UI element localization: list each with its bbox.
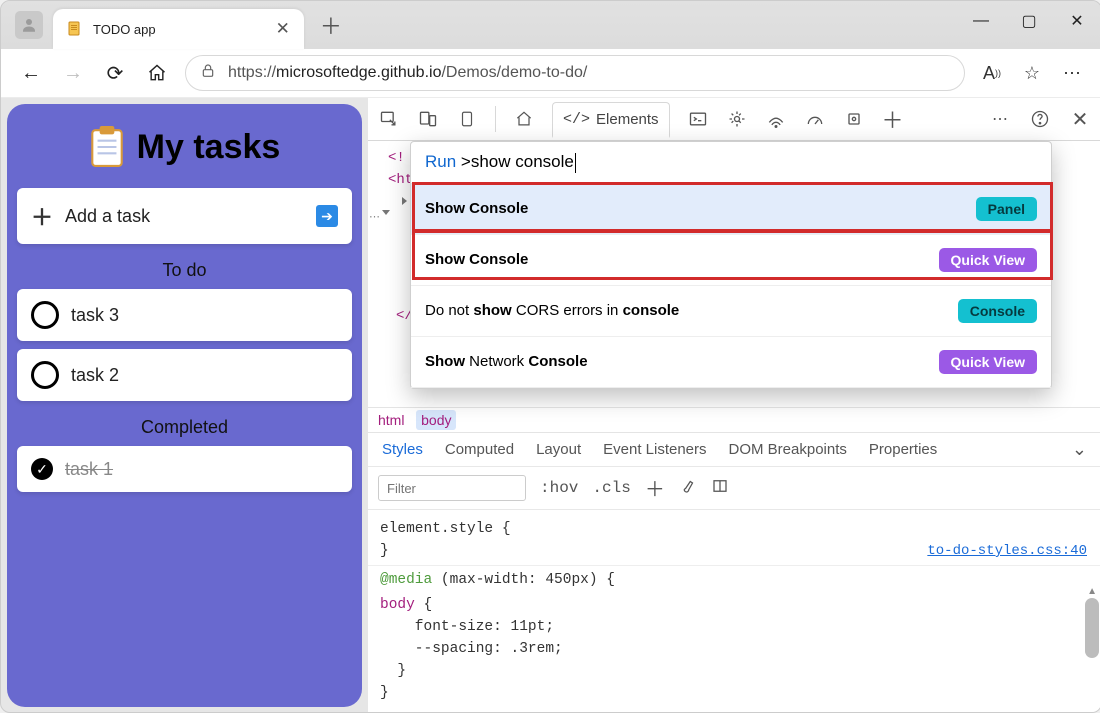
command-item[interactable]: Show Network ConsoleQuick View: [411, 337, 1051, 388]
tab-computed[interactable]: Computed: [445, 441, 514, 458]
sources-icon[interactable]: [726, 108, 748, 130]
devtools-toolbar: </> Elements ＋ ⋯ ✕: [368, 98, 1100, 141]
computed-panel-icon[interactable]: [711, 477, 729, 500]
add-task-input[interactable]: ＋ Add a task ➔: [17, 188, 352, 244]
todo-app: My tasks ＋ Add a task ➔ To do task 3 tas…: [7, 104, 362, 707]
scrollbar-thumb[interactable]: [1085, 598, 1099, 658]
tab-title: TODO app: [93, 22, 156, 37]
url-path: /Demos/demo-to-do/: [441, 64, 587, 82]
brush-icon[interactable]: [679, 477, 697, 500]
favicon: [67, 21, 83, 37]
app-title: My tasks: [137, 128, 281, 167]
source-link[interactable]: to-do-styles.css:40: [927, 540, 1087, 562]
submit-arrow-icon[interactable]: ➔: [316, 205, 338, 227]
lock-icon: [200, 63, 216, 84]
section-completed-label: Completed: [17, 417, 352, 438]
command-badge: Quick View: [939, 248, 1037, 272]
tab-elements[interactable]: </> Elements: [552, 102, 670, 138]
tab-properties[interactable]: Properties: [869, 441, 937, 458]
titlebar: TODO app ✕ ＋ ― ▢ ✕: [1, 1, 1100, 49]
tab-layout[interactable]: Layout: [536, 441, 581, 458]
hov-toggle[interactable]: :hov: [540, 479, 578, 497]
welcome-icon[interactable]: [513, 108, 535, 130]
styles-filter-input[interactable]: [378, 475, 526, 501]
clipboard-icon: [89, 126, 125, 168]
close-tab-icon[interactable]: ✕: [276, 19, 290, 39]
help-icon[interactable]: [1029, 108, 1051, 130]
tab-styles[interactable]: Styles: [382, 441, 423, 458]
css-rules-pane[interactable]: element.style { } @media (max-width: 450…: [368, 510, 1100, 712]
refresh-button[interactable]: ⟳: [101, 59, 129, 87]
favorite-icon[interactable]: ☆: [1019, 60, 1045, 86]
command-badge: Panel: [976, 197, 1037, 221]
memory-icon[interactable]: [843, 108, 865, 130]
browser-toolbar: ← → ⟳ https:// microsoftedge.github.io /…: [1, 49, 1100, 98]
address-bar[interactable]: https:// microsoftedge.github.io /Demos/…: [185, 55, 965, 91]
task-row-completed[interactable]: ✓ task 1: [17, 446, 352, 492]
scroll-up-arrow[interactable]: ▲: [1087, 586, 1097, 597]
code-icon: </>: [563, 111, 590, 128]
new-rule-icon[interactable]: ＋: [645, 473, 665, 503]
more-tools-icon[interactable]: ⋯: [989, 108, 1011, 130]
home-button[interactable]: [143, 59, 171, 87]
task-label: task 1: [65, 459, 113, 480]
task-checked-icon[interactable]: ✓: [31, 458, 53, 480]
back-button[interactable]: ←: [17, 59, 45, 87]
task-label: task 3: [71, 305, 119, 326]
breadcrumb[interactable]: html body: [368, 407, 1100, 433]
url-prefix: https://: [228, 64, 276, 82]
task-row[interactable]: task 3: [17, 289, 352, 341]
browser-tab[interactable]: TODO app ✕: [53, 9, 304, 49]
command-menu: Run >show console Show ConsolePanelShow …: [410, 141, 1052, 389]
command-item[interactable]: Do not show CORS errors in consoleConsol…: [411, 286, 1051, 337]
browser-window: TODO app ✕ ＋ ― ▢ ✕ ← → ⟳ https:// micros…: [0, 0, 1100, 713]
minimize-button[interactable]: ―: [957, 1, 1005, 41]
chevron-down-icon[interactable]: ⌄: [1072, 439, 1087, 460]
command-item[interactable]: Show ConsoleQuick View: [411, 235, 1051, 286]
profile-avatar[interactable]: [15, 11, 43, 39]
settings-menu-icon[interactable]: ⋯: [1059, 60, 1085, 86]
section-todo-label: To do: [17, 260, 352, 281]
task-label: task 2: [71, 365, 119, 386]
styles-toolbar: :hov .cls ＋: [368, 467, 1100, 510]
inspect-icon[interactable]: [378, 108, 400, 130]
cls-toggle[interactable]: .cls: [592, 479, 630, 497]
add-task-placeholder: Add a task: [65, 206, 304, 227]
url-host: microsoftedge.github.io: [276, 64, 441, 82]
command-item[interactable]: Show ConsolePanel: [411, 184, 1051, 235]
device-toggle-icon[interactable]: [417, 108, 439, 130]
tab-dom-breakpoints[interactable]: DOM Breakpoints: [729, 441, 847, 458]
close-devtools-icon[interactable]: ✕: [1069, 108, 1091, 130]
task-checkbox-icon[interactable]: [31, 361, 59, 389]
forward-button: →: [59, 59, 87, 87]
new-tab-button[interactable]: ＋: [320, 9, 342, 41]
task-checkbox-icon[interactable]: [31, 301, 59, 329]
performance-icon[interactable]: [804, 108, 826, 130]
network-icon[interactable]: [765, 108, 787, 130]
device-icon[interactable]: [456, 108, 478, 130]
task-row[interactable]: task 2: [17, 349, 352, 401]
command-input[interactable]: Run >show console: [411, 142, 1051, 184]
app-header: My tasks: [17, 126, 352, 168]
command-badge: Quick View: [939, 350, 1037, 374]
command-badge: Console: [958, 299, 1037, 323]
console-tab-icon[interactable]: [687, 108, 709, 130]
tab-event-listeners[interactable]: Event Listeners: [603, 441, 706, 458]
plus-icon: ＋: [31, 200, 53, 232]
close-window-button[interactable]: ✕: [1053, 1, 1100, 41]
read-aloud-icon[interactable]: A)): [979, 60, 1005, 86]
add-panel-icon[interactable]: ＋: [882, 108, 904, 130]
maximize-button[interactable]: ▢: [1005, 1, 1053, 41]
styles-subtabs: Styles Computed Layout Event Listeners D…: [368, 433, 1100, 467]
dom-gutter[interactable]: ⋯: [369, 207, 394, 229]
